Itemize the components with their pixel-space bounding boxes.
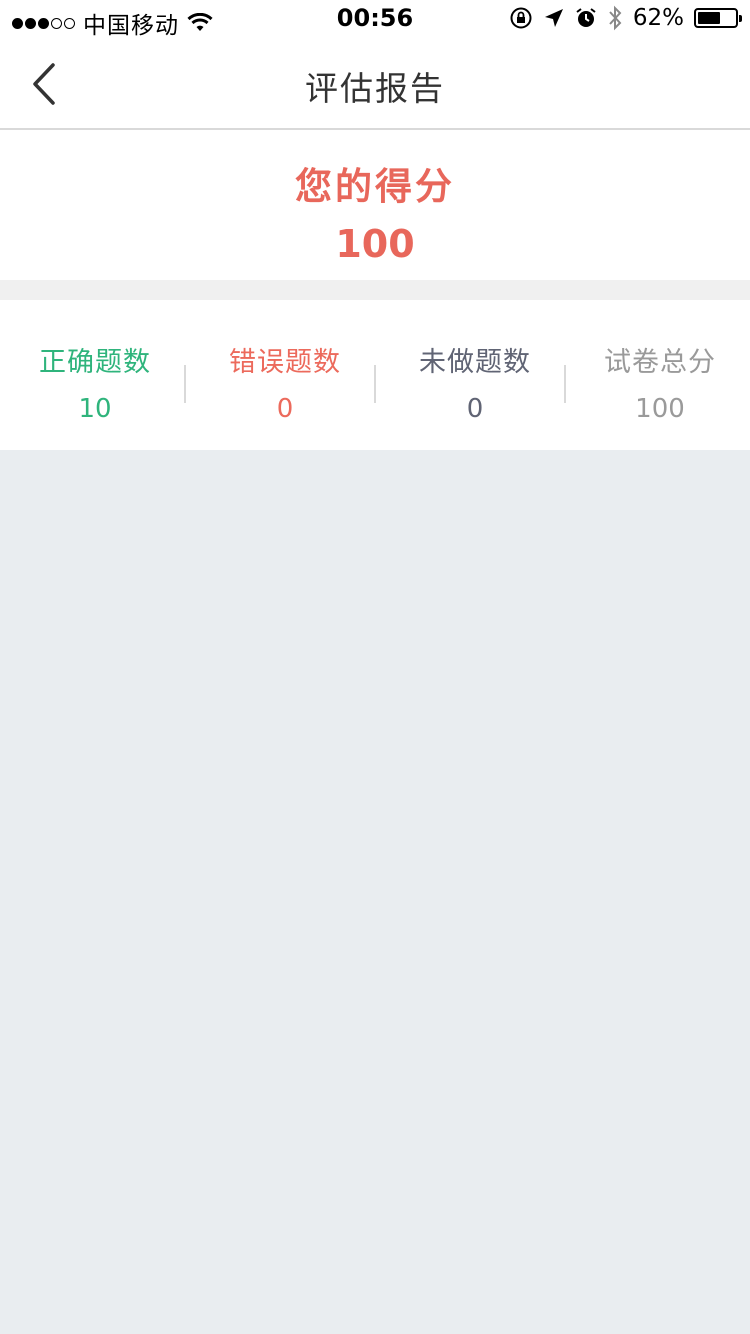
stat-undone-label: 未做题数 bbox=[419, 347, 531, 378]
stat-correct: 正确题数 10 bbox=[0, 300, 190, 450]
score-value: 100 bbox=[335, 222, 415, 266]
status-right: 62% bbox=[509, 5, 742, 31]
page-title: 评估报告 bbox=[305, 69, 445, 108]
stat-divider bbox=[564, 365, 566, 403]
stat-wrong-label: 错误题数 bbox=[229, 347, 341, 378]
score-card: 您的得分 100 bbox=[0, 130, 750, 280]
stat-total: 试卷总分 100 bbox=[570, 300, 750, 450]
stat-total-label: 试卷总分 bbox=[604, 347, 716, 378]
stat-undone: 未做题数 0 bbox=[380, 300, 570, 450]
battery-fill bbox=[698, 12, 721, 24]
rotation-lock-icon bbox=[510, 7, 532, 29]
bluetooth-icon bbox=[609, 5, 622, 31]
section-separator bbox=[0, 280, 750, 300]
battery-percentage: 62% bbox=[632, 5, 684, 31]
location-icon bbox=[544, 9, 563, 27]
stat-correct-value: 10 bbox=[78, 394, 112, 424]
navigation-bar: 评估报告 bbox=[0, 40, 750, 130]
stat-wrong: 错误题数 0 bbox=[190, 300, 380, 450]
status-bar: 中国移动 00:56 62% bbox=[0, 0, 750, 40]
score-label: 您的得分 bbox=[295, 165, 455, 208]
stat-wrong-value: 0 bbox=[276, 394, 294, 424]
alarm-icon bbox=[576, 8, 596, 27]
stat-divider bbox=[374, 365, 376, 403]
stat-correct-label: 正确题数 bbox=[39, 347, 151, 378]
stat-divider bbox=[184, 365, 186, 403]
stat-undone-value: 0 bbox=[466, 394, 484, 424]
battery-icon bbox=[694, 8, 742, 28]
stat-total-value: 100 bbox=[635, 394, 685, 424]
